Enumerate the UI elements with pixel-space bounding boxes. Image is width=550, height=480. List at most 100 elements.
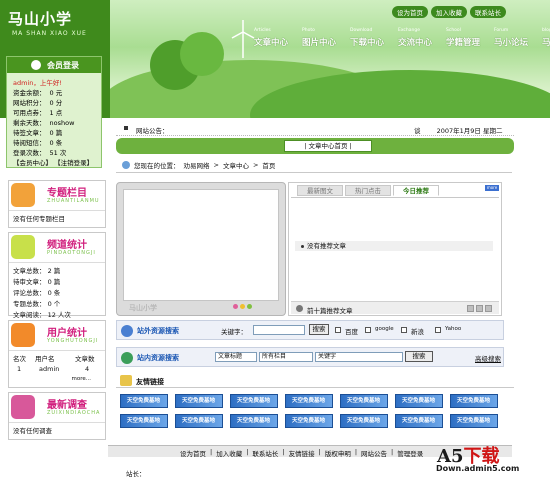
slideshow-image[interactable] [123, 189, 279, 301]
nav-school[interactable]: School 学籍管理 [446, 28, 491, 48]
nav-forum[interactable]: Forum 马小论坛 [494, 28, 539, 48]
nav-en-label: Forum [494, 28, 509, 33]
field-select[interactable]: 文章标题 [215, 352, 257, 362]
row-label: 资金余额： [13, 89, 46, 97]
nav-en-label: Download [350, 28, 373, 33]
breadcrumb-separator: > [252, 161, 259, 169]
engine-checkbox-yahoo[interactable] [435, 327, 441, 333]
set-homepage-link[interactable]: 设为首页 [392, 6, 428, 18]
more-badge[interactable]: more [485, 185, 499, 191]
next-page-button[interactable] [485, 305, 492, 312]
friend-link-banner[interactable]: 天空免费基地 [175, 414, 223, 428]
nav-cn-label: 马小论坛 [494, 38, 529, 48]
bullet-icon [301, 244, 304, 248]
nav-articles[interactable]: Articles 文章中心 [254, 28, 299, 48]
table-row: 1 admin 4 [13, 364, 101, 374]
survey-title: 最新调查 [47, 400, 87, 411]
slide-dot[interactable] [240, 304, 245, 309]
footer-link-contact[interactable]: 联系站长 [252, 448, 278, 458]
engine-checkbox-baidu[interactable] [335, 327, 341, 333]
nav-photo[interactable]: Photo 图片中心 [302, 28, 347, 48]
breadcrumb-home[interactable]: 首页 [262, 160, 275, 170]
add-favorite-link[interactable]: 加入收藏 [431, 6, 467, 18]
tab-latest-image[interactable]: 最新图文 [297, 185, 343, 196]
friend-link-banner[interactable]: 天空免费基地 [395, 394, 443, 408]
footer-link-friends[interactable]: 友情链接 [289, 448, 315, 458]
prev-page-button[interactable] [467, 305, 474, 312]
survey-icon [11, 395, 35, 419]
footer-link-favorite[interactable]: 加入收藏 [216, 448, 242, 458]
friend-link-banner[interactable]: 天空免费基地 [120, 394, 168, 408]
footer-link-admin-login[interactable]: 管理登录 [397, 448, 423, 458]
row-label: 登录次数： [13, 149, 46, 157]
nav-blog[interactable]: blog 马小博客 [542, 28, 550, 48]
friend-link-banner[interactable]: 天空免费基地 [230, 394, 278, 408]
row-value: 1 点 [49, 109, 63, 117]
cell-username[interactable]: admin [35, 364, 79, 374]
site-logo-subtitle: MA SHAN XIAO XUE [12, 30, 87, 37]
empty-article-text: 没有推荐文章 [307, 242, 346, 250]
breadcrumb-articles[interactable]: 文章中心 [223, 160, 249, 170]
member-login-panel: 会员登录 admin，上午好! 资金余额： 0 元 网站积分： 0 分 可用点券： 1… [6, 56, 102, 168]
outer-search-button[interactable]: 搜索 [309, 324, 329, 335]
breadcrumb-site[interactable]: 劝易网络 [184, 160, 210, 170]
engine-label: 新浪 [411, 328, 424, 336]
pause-button[interactable] [476, 305, 483, 312]
nav-cn-label: 马小博客 [542, 38, 550, 48]
friend-link-banner[interactable]: 天空免费基地 [230, 414, 278, 428]
friend-link-banner[interactable]: 天空免费基地 [340, 414, 388, 428]
inner-search-input[interactable]: 关键字 [315, 352, 403, 362]
site-logo[interactable]: 马山小学 [8, 8, 72, 29]
row-label: 待签文章： [13, 129, 46, 137]
gear-icon [296, 305, 303, 312]
topics-empty-text: 没有任何专题栏目 [13, 215, 65, 223]
tab-hot-click[interactable]: 热门点击 [345, 185, 391, 196]
slide-dot[interactable] [233, 304, 238, 309]
member-links[interactable]: 【会员中心】 【注销登录】 [13, 157, 93, 167]
survey-box: 最新调查 ZUIXINDIAOCHA 没有任何调查 [8, 392, 106, 440]
user-stats-box: 用户统计 YONGHUTONGJI 名次 用户名 文章数 1 admin 4 m… [8, 320, 106, 388]
footer-link-copyright[interactable]: 版权申明 [325, 448, 351, 458]
row-value: 0 元 [49, 89, 63, 97]
tab-article-home[interactable]: | 文章中心首页 | [284, 140, 372, 152]
outer-search-title: 站外资源搜索 [137, 327, 179, 335]
cell-rank: 1 [17, 365, 22, 373]
footer-label: 前十篇推荐文章 [307, 307, 353, 315]
friend-link-banner[interactable]: 天空免费基地 [450, 414, 498, 428]
nav-download[interactable]: Download 下载中心 [350, 28, 395, 48]
footer-link-announcement[interactable]: 网站公告 [361, 448, 387, 458]
users-icon [11, 323, 35, 347]
friend-link-banner[interactable]: 天空免费基地 [175, 394, 223, 408]
more-link[interactable]: more... [13, 374, 101, 384]
friend-link-banner[interactable]: 天空免费基地 [340, 394, 388, 408]
friend-link-banner[interactable]: 天空免费基地 [120, 414, 168, 428]
contact-admin-link[interactable]: 联系站长 [470, 6, 506, 18]
stats-icon [11, 235, 35, 259]
engine-checkbox-google[interactable] [365, 327, 371, 333]
category-select[interactable]: 所有栏目 [259, 352, 313, 362]
friend-link-banner[interactable]: 天空免费基地 [285, 414, 333, 428]
slide-dot[interactable] [247, 304, 252, 309]
engine-checkbox-sina[interactable] [401, 327, 407, 333]
outer-search-bar: 站外资源搜索 关键字： 搜索 百度 google 新浪 Yahoo [116, 320, 504, 340]
slideshow-logo: 马山小学 [129, 304, 157, 312]
advanced-search-link[interactable]: 高级搜索 [475, 353, 501, 363]
friend-link-banner[interactable]: 天空免费基地 [285, 394, 333, 408]
row-value: 0 条 [49, 139, 63, 147]
col-articles: 文章数 [75, 355, 95, 363]
tab-today-recommend[interactable]: 今日推荐 [393, 185, 439, 196]
friend-link-banner[interactable]: 天空免费基地 [395, 414, 443, 428]
nav-exchange[interactable]: Exchange 交流中心 [398, 28, 443, 48]
row-label: 网站积分： [13, 99, 46, 107]
col-rank: 名次 [13, 355, 26, 363]
breadcrumb-separator: > [213, 161, 219, 169]
row-value: 0 个 [47, 300, 61, 308]
footer-link-homepage[interactable]: 设为首页 [180, 448, 206, 458]
panel-footer: 前十篇推荐文章 [291, 301, 499, 315]
outer-search-input[interactable] [253, 325, 305, 335]
topics-icon [11, 183, 35, 207]
row-label: 可用点券： [13, 109, 46, 117]
users-table-header: 名次 用户名 文章数 [13, 354, 101, 364]
friend-link-banner[interactable]: 天空免费基地 [450, 394, 498, 408]
inner-search-button[interactable]: 搜索 [405, 351, 433, 362]
